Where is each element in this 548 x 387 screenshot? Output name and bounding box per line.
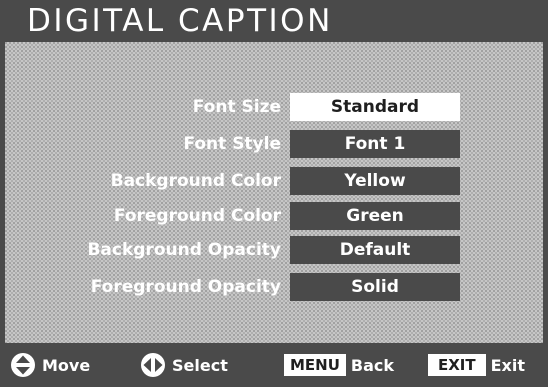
- up-down-arrows-icon: [10, 352, 36, 378]
- select-hint: Select: [140, 343, 228, 387]
- menu-row-value[interactable]: Yellow: [290, 167, 460, 195]
- digital-caption-screen: DIGITAL CAPTION Font Size Standard Font …: [0, 0, 548, 387]
- left-right-arrows-icon: [140, 352, 166, 378]
- menu-row-value[interactable]: Standard: [290, 93, 460, 121]
- menu-row-font-size[interactable]: Font Size Standard: [5, 93, 543, 121]
- menu-row-foreground-color[interactable]: Foreground Color Green: [5, 202, 543, 230]
- menu-key: MENU: [284, 354, 346, 376]
- move-label: Move: [42, 355, 91, 375]
- menu-row-label: Background Color: [110, 171, 281, 191]
- page-title: DIGITAL CAPTION: [27, 3, 333, 39]
- exit-label: Exit: [490, 355, 526, 375]
- select-label: Select: [172, 355, 228, 375]
- menu-row-background-opacity[interactable]: Background Opacity Default: [5, 236, 543, 264]
- menu-row-value[interactable]: Font 1: [290, 130, 460, 158]
- menu-row-label: Background Opacity: [87, 240, 281, 260]
- back-label: Back: [350, 355, 395, 375]
- move-hint: Move: [10, 343, 90, 387]
- menu-row-value[interactable]: Solid: [290, 273, 460, 301]
- menu-row-label: Foreground Opacity: [90, 277, 281, 297]
- menu-row-label: Font Style: [183, 134, 281, 154]
- menu-row-background-color[interactable]: Background Color Yellow: [5, 167, 543, 195]
- menu-row-value[interactable]: Green: [290, 202, 460, 230]
- menu-row-label: Foreground Color: [113, 206, 281, 226]
- menu-row-font-style[interactable]: Font Style Font 1: [5, 130, 543, 158]
- menu-row-foreground-opacity[interactable]: Foreground Opacity Solid: [5, 273, 543, 301]
- exit-key: EXIT: [428, 354, 486, 376]
- exit-hint: EXIT Exit: [428, 343, 525, 387]
- menu-row-value[interactable]: Default: [290, 236, 460, 264]
- back-hint: MENU Back: [284, 343, 394, 387]
- title-bar: DIGITAL CAPTION: [0, 0, 548, 42]
- settings-panel: Font Size Standard Font Style Font 1 Bac…: [5, 42, 543, 343]
- menu-row-label: Font Size: [192, 97, 281, 117]
- footer-hint-bar: Move Select MENU Back EXIT Exit: [0, 343, 548, 387]
